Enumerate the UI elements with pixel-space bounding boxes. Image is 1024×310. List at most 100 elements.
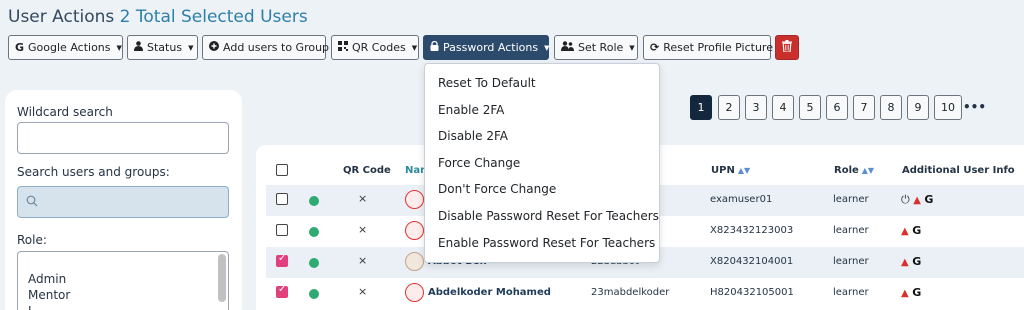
qr-codes-label: QR Codes [352, 41, 406, 54]
more-pages: ••• [963, 100, 987, 114]
header-upn-label: UPN [711, 165, 735, 176]
reset-profile-picture-label: Reset Profile Picture [663, 41, 773, 54]
avatar [405, 221, 424, 240]
upn-cell: X820432104001 [710, 256, 794, 267]
role-label: Role: [17, 233, 47, 247]
row-checkbox[interactable] [276, 224, 288, 236]
qr-codes-button[interactable]: QR Codes ▼ [331, 35, 419, 60]
status-dot [309, 289, 319, 299]
page-8-button[interactable]: 8 [880, 95, 902, 120]
header-upn[interactable]: UPN ▲▼ [711, 165, 750, 176]
menu-item-dont-force-change[interactable]: Don't Force Change [438, 182, 556, 196]
google-icon: G [912, 255, 922, 268]
warning-icon: ▲ [901, 257, 909, 268]
row-checkbox[interactable] [276, 253, 288, 267]
warning-icon: ▲ [913, 195, 921, 206]
qr-code-mark[interactable]: × [358, 223, 367, 236]
chevron-down-icon: ▼ [116, 43, 122, 52]
wildcard-search-input[interactable] [17, 122, 229, 154]
page-1-button[interactable]: 1 [690, 95, 712, 120]
page-9-button[interactable]: 9 [907, 95, 929, 120]
qr-code-mark[interactable]: × [358, 254, 367, 267]
additional-info: ▲ G [901, 255, 921, 268]
google-icon: G [912, 286, 922, 299]
refresh-icon: ⟳ [650, 41, 660, 54]
add-users-to-group-label: Add users to Group [223, 41, 330, 54]
search-icon [26, 195, 38, 207]
menu-item-disable-reset-teachers[interactable]: Disable Password Reset For Teachers [438, 209, 659, 223]
power-icon: ⏻ [901, 193, 910, 206]
user-icon [134, 41, 143, 54]
google-icon: G [924, 193, 934, 206]
header-qr-code: QR Code [343, 165, 391, 176]
filter-panel: Wildcard search Search users and groups:… [5, 90, 242, 310]
chevron-down-icon: ▼ [411, 43, 418, 52]
menu-item-force-change[interactable]: Force Change [438, 156, 520, 170]
warning-icon: ▲ [901, 288, 909, 299]
set-role-label: Set Role [578, 41, 624, 54]
role-cell: learner [833, 287, 869, 298]
page-4-button[interactable]: 4 [772, 95, 794, 120]
search-users-input[interactable] [17, 186, 229, 218]
password-actions-menu: Reset To Default Enable 2FA Disable 2FA … [424, 63, 660, 263]
menu-item-enable-reset-teachers[interactable]: Enable Password Reset For Teachers [438, 236, 655, 250]
role-cell: learner [833, 225, 869, 236]
title-text: User Actions [8, 7, 115, 27]
status-dot [309, 227, 319, 237]
google-actions-label: Google Actions [28, 41, 111, 54]
row-checkbox[interactable] [276, 284, 288, 298]
row-checkbox[interactable] [276, 193, 288, 205]
upn-cell: H820432105001 [710, 287, 794, 298]
upn-cell: X823432123003 [710, 225, 794, 236]
page-7-button[interactable]: 7 [853, 95, 875, 120]
google-actions-button[interactable]: G Google Actions ▼ [8, 35, 123, 60]
table-row[interactable]: × Abdelkoder Mohamed 23mabdelkoder H8204… [266, 278, 1024, 309]
qr-code-mark[interactable]: × [358, 192, 367, 205]
role-option-mentor[interactable]: Mentor [28, 288, 70, 302]
menu-item-disable-2fa[interactable]: Disable 2FA [438, 129, 508, 143]
password-actions-button[interactable]: Password Actions ▼ [423, 35, 549, 60]
role-option-admin[interactable]: Admin [28, 272, 66, 286]
chevron-down-icon: ▼ [629, 43, 635, 52]
page-title: User Actions 2 Total Selected Users [8, 7, 308, 27]
page-10-button[interactable]: 10 [934, 95, 962, 120]
delete-button[interactable] [775, 35, 799, 60]
sort-icon: ▲▼ [737, 166, 751, 175]
menu-item-enable-2fa[interactable]: Enable 2FA [438, 103, 504, 117]
plus-circle-icon [209, 41, 219, 54]
role-option-partial[interactable]: L [28, 304, 35, 310]
reset-profile-picture-button[interactable]: ⟳ Reset Profile Picture [643, 35, 773, 60]
page-2-button[interactable]: 2 [718, 95, 740, 120]
chevron-down-icon: ▼ [188, 43, 194, 52]
role-cell: learner [833, 256, 869, 267]
status-dot [309, 258, 319, 268]
additional-info: ⏻ ▲ G [901, 193, 933, 207]
page-6-button[interactable]: 6 [826, 95, 848, 120]
select-all-checkbox[interactable] [276, 164, 288, 176]
menu-item-reset-to-default[interactable]: Reset To Default [438, 76, 536, 90]
page-3-button[interactable]: 3 [745, 95, 767, 120]
role-select[interactable]: Admin Mentor L [17, 251, 229, 310]
avatar [405, 190, 424, 209]
header-additional-info: Additional User Info [902, 165, 1015, 176]
role-scrollbar[interactable] [218, 254, 226, 302]
trash-icon [782, 40, 792, 55]
qr-code-mark[interactable]: × [358, 285, 367, 298]
add-users-to-group-button[interactable]: Add users to Group [202, 35, 330, 60]
google-icon: G [15, 41, 25, 54]
lock-icon [430, 40, 439, 54]
page-5-button[interactable]: 5 [799, 95, 821, 120]
users-icon [561, 41, 574, 54]
status-button[interactable]: Status ▼ [127, 35, 198, 60]
set-role-button[interactable]: Set Role ▼ [554, 35, 638, 60]
avatar [405, 283, 424, 302]
search-users-label: Search users and groups: [17, 165, 170, 179]
google-icon: G [912, 224, 922, 237]
name-cell[interactable]: Abdelkoder Mohamed [428, 287, 551, 298]
sort-icon: ▲▼ [861, 166, 875, 175]
qrcode-icon [338, 41, 348, 54]
avatar [405, 252, 424, 271]
additional-info: ▲ G [901, 286, 921, 299]
header-role[interactable]: Role ▲▼ [834, 165, 874, 176]
status-label: Status [147, 41, 183, 54]
